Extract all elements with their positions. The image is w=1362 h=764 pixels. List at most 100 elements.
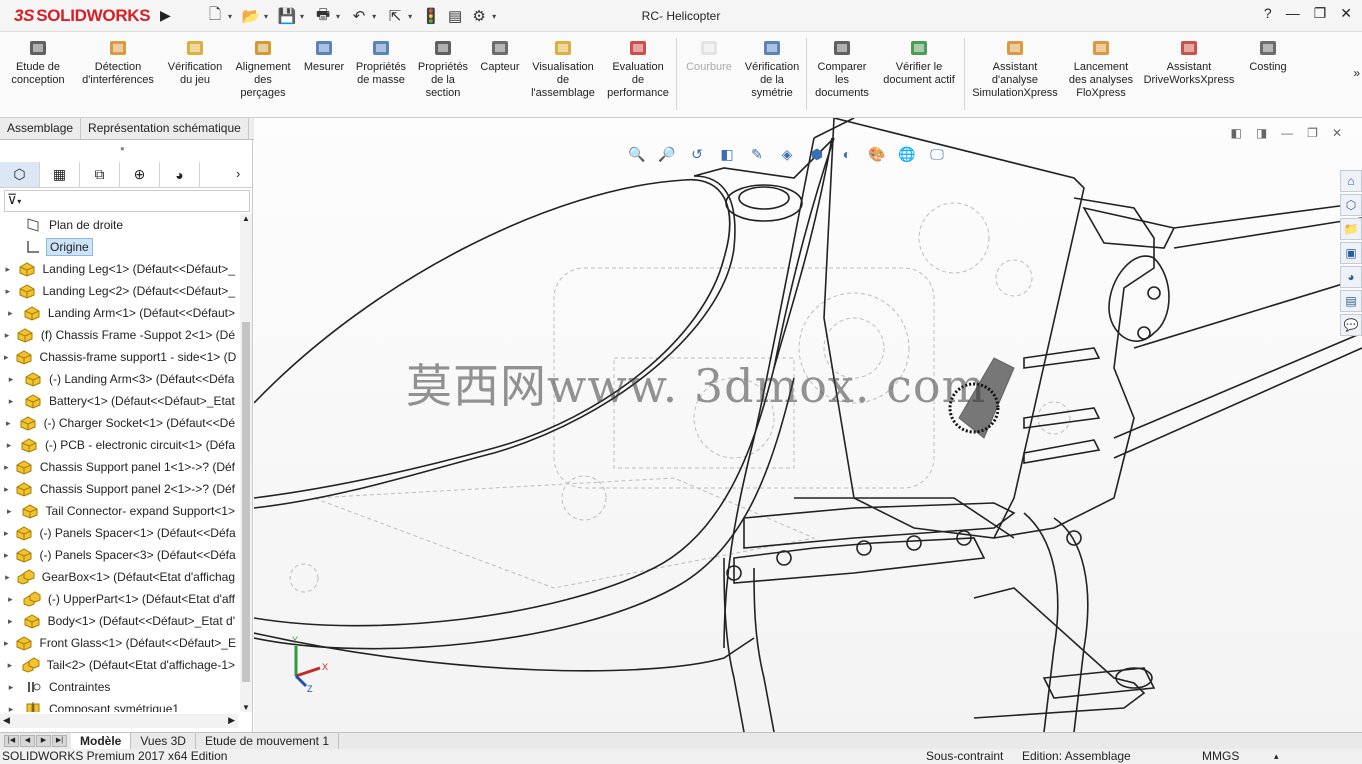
assistant-driveworksxpress-button[interactable]: Assistant DriveWorksXpress	[1140, 38, 1238, 87]
tree-item[interactable]: ▸ (f) Chassis Frame -Suppot 2<1> (Dé	[0, 324, 238, 346]
hide-show-items-icon[interactable]: ◐	[836, 144, 858, 164]
prev-tab-icon[interactable]: ◀	[20, 735, 35, 747]
tab-repr-sentation-sch-matique[interactable]: Représentation schématique	[81, 118, 249, 139]
previous-view-icon[interactable]: ↺	[686, 144, 708, 164]
expand-arrow-icon[interactable]: ▸	[4, 528, 9, 539]
expand-arrow-icon[interactable]: ▸	[4, 462, 9, 473]
evaluation-performance-button[interactable]: Evaluation de performance	[602, 38, 674, 100]
tree-item[interactable]: ▸ Chassis-frame support1 - side<1> (D	[0, 346, 238, 368]
expand-arrow-icon[interactable]: ▸	[4, 550, 9, 561]
capteur-button[interactable]: Capteur	[476, 38, 524, 74]
scroll-left-icon[interactable]: ◀	[3, 715, 10, 726]
scroll-right-icon[interactable]: ▶	[228, 715, 235, 726]
detection-interferences-button[interactable]: Détection d'interférences	[78, 38, 158, 87]
ribbon-overflow-icon[interactable]: »	[1353, 66, 1360, 80]
propertymanager-tab[interactable]: ▦	[40, 162, 80, 187]
etude-conception-button[interactable]: Etude de conception	[6, 38, 70, 87]
tree-item[interactable]: ▸ Tail Connector- expand Support<1>	[0, 500, 238, 522]
configurationmanager-tab[interactable]: ⧉	[80, 162, 120, 187]
tree-item[interactable]: ▸ Landing Leg<1> (Défaut<<Défaut>_	[0, 258, 238, 280]
file-explorer-icon[interactable]: 📁	[1340, 218, 1362, 240]
expand-arrow-icon[interactable]: ▸	[4, 352, 9, 363]
tree-item[interactable]: ▸ Battery<1> (Défaut<<Défaut>_Etat	[0, 390, 238, 412]
tree-item[interactable]: ▸ (-) Panels Spacer<3> (Défaut<<Défa	[0, 544, 238, 566]
alignement-percages-button[interactable]: Alignement des perçages	[232, 38, 294, 100]
proprietes-section-button[interactable]: Propriétés de la section	[414, 38, 472, 100]
verification-symetrie-button[interactable]: Vérification de la symétrie	[740, 38, 804, 100]
manager-tabs-scroll-right-icon[interactable]: ›	[236, 166, 240, 181]
featuremanager-tab[interactable]: ⬡	[0, 162, 40, 187]
custom-properties-icon[interactable]: ▤	[1340, 290, 1362, 312]
design-library-icon[interactable]: ⬡	[1340, 194, 1362, 216]
tree-item[interactable]: ▸ Landing Arm<1> (Défaut<<Défaut>	[0, 302, 238, 324]
tree-filter-icon[interactable]: ⊽▾	[4, 190, 250, 212]
expand-arrow-icon[interactable]: ▸	[4, 330, 10, 341]
bottom-tab-vues-3d[interactable]: Vues 3D	[131, 733, 196, 749]
apply-scene-icon[interactable]: 🌐	[896, 144, 918, 164]
first-tab-icon[interactable]: |◀	[4, 735, 19, 747]
expand-arrow-icon[interactable]: ▸	[4, 704, 18, 713]
helicopter-model-drawing[interactable]	[254, 118, 1362, 732]
mesurer-button[interactable]: Mesurer	[300, 38, 348, 74]
tree-item[interactable]: Origine	[0, 236, 238, 258]
scroll-down-icon[interactable]: ▼	[242, 703, 250, 712]
tree-item[interactable]: ▸ Body<1> (Défaut<<Défaut>_Etat d'	[0, 610, 238, 632]
section-view-icon[interactable]: ◧	[716, 144, 738, 164]
tree-item[interactable]: Plan de droite	[0, 214, 238, 236]
expand-arrow-icon[interactable]: ▸	[4, 660, 16, 671]
tree-horizontal-scrollbar[interactable]: ◀ ▶	[0, 714, 238, 728]
tree-item[interactable]: ▸ (-) Charger Socket<1> (Défaut<<Dé	[0, 412, 238, 434]
tile-right-icon[interactable]: ◨	[1256, 126, 1267, 140]
costing-button[interactable]: Costing	[1244, 38, 1292, 74]
expand-arrow-icon[interactable]: ▸	[4, 594, 17, 605]
expand-arrow-icon[interactable]: ▸	[4, 484, 9, 495]
expand-arrow-icon[interactable]: ▸	[4, 418, 13, 429]
bottom-tab-mod-le[interactable]: Modèle	[71, 733, 132, 749]
tree-vertical-scrollbar[interactable]: ▲ ▼	[240, 214, 252, 712]
tree-item[interactable]: ▸ (-) Landing Arm<3> (Défaut<<Défa	[0, 368, 238, 390]
tile-left-icon[interactable]: ◧	[1230, 126, 1241, 140]
expand-arrow-icon[interactable]: ▸	[4, 638, 9, 649]
scroll-thumb[interactable]	[242, 322, 250, 682]
verifier-document-actif-button[interactable]: Vérifier le document actif	[876, 38, 962, 87]
view-settings-icon[interactable]: 🖵	[926, 144, 948, 164]
close-viewport-icon[interactable]: ✕	[1332, 126, 1342, 140]
assistant-simulationxpress-button[interactable]: Assistant d'analyse SimulationXpress	[968, 38, 1062, 100]
zoom-to-fit-icon[interactable]: 🔍	[626, 144, 648, 164]
display-style-icon[interactable]: ⬢	[806, 144, 828, 164]
expand-arrow-icon[interactable]: ▸	[4, 396, 18, 407]
solidworks-forum-icon[interactable]: 💬	[1340, 314, 1362, 336]
tree-item[interactable]: ▸ Composant symétrique1	[0, 698, 238, 712]
dimxpertmanager-tab[interactable]: ⊕	[120, 162, 160, 187]
displaymanager-tab[interactable]: ◕	[160, 162, 200, 187]
panel-grip[interactable]: ●	[120, 144, 125, 153]
scroll-up-icon[interactable]: ▲	[242, 214, 250, 223]
tree-item[interactable]: ▸ (-) PCB - electronic circuit<1> (Défa	[0, 434, 238, 456]
lancement-floxpress-button[interactable]: Lancement des analyses FloXpress	[1066, 38, 1136, 100]
dynamic-annotation-icon[interactable]: ✎	[746, 144, 768, 164]
tree-item[interactable]: ▸ Chassis Support panel 1<1>->? (Déf	[0, 456, 238, 478]
tree-item[interactable]: ▸ (-) UpperPart<1> (Défaut<Etat d'aff	[0, 588, 238, 610]
tree-item[interactable]: ▸ Chassis Support panel 2<1>->? (Déf	[0, 478, 238, 500]
courbure-button[interactable]: Courbure	[682, 38, 736, 74]
graphics-area[interactable]: 🔍 🔎 ↺ ◧ ✎ ◈ ⬢ ◐ 🎨 🌐 🖵 ◧ ◨ — ❐ ✕ ⌂ ⬡ 📁 ▣ ◕ ▤ 💬 莫西网www. 3dmox.…	[254, 118, 1362, 732]
bottom-tab-etude-de-mouvement-1[interactable]: Etude de mouvement 1	[196, 733, 340, 749]
verification-jeu-button[interactable]: Vérification du jeu	[164, 38, 226, 87]
expand-arrow-icon[interactable]: ▸	[4, 572, 11, 583]
tree-item[interactable]: ▸ GearBox<1> (Défaut<Etat d'affichag	[0, 566, 238, 588]
expand-arrow-icon[interactable]: ▸	[4, 440, 14, 451]
restore-viewport-icon[interactable]: ❐	[1307, 126, 1318, 140]
solidworks-resources-icon[interactable]: ⌂	[1340, 170, 1362, 192]
close-button[interactable]: ✕	[1340, 5, 1352, 22]
expand-arrow-icon[interactable]: ▸	[4, 506, 15, 517]
zoom-to-area-icon[interactable]: 🔎	[656, 144, 678, 164]
appearances-icon[interactable]: ◕	[1340, 266, 1362, 288]
minimize-viewport-icon[interactable]: —	[1281, 126, 1293, 140]
expand-arrow-icon[interactable]: ▸	[4, 308, 17, 319]
last-tab-icon[interactable]: ▶|	[52, 735, 67, 747]
expand-arrow-icon[interactable]: ▸	[4, 682, 18, 693]
tree-item[interactable]: ▸ Contraintes	[0, 676, 238, 698]
expand-arrow-icon[interactable]: ▸	[4, 264, 12, 275]
tree-item[interactable]: ▸ Landing Leg<2> (Défaut<<Défaut>_	[0, 280, 238, 302]
help-icon[interactable]: ?	[1264, 5, 1272, 22]
